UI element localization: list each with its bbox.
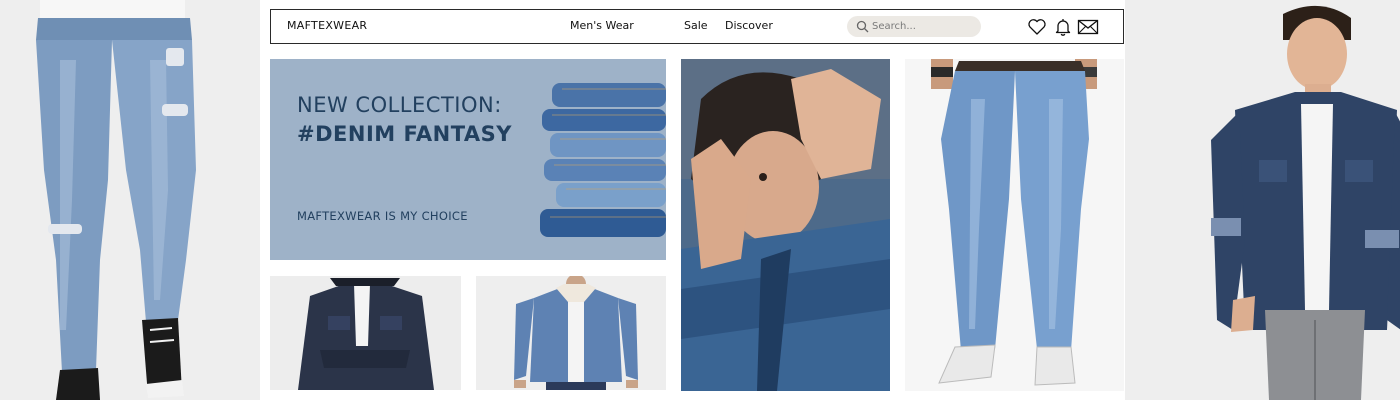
nav-mens-wear[interactable]: Men's Wear [570,19,634,32]
model-photo-right [1125,0,1400,400]
search-input[interactable] [872,18,972,35]
nav-discover[interactable]: Discover [725,19,773,32]
product-tile-light-denim-jacket[interactable] [476,276,666,390]
product-tile-blue-jeans[interactable] [905,59,1124,391]
hero-tagline: MAFTEXWEAR IS MY CHOICE [297,209,468,223]
hero-headline: NEW COLLECTION: [297,93,502,117]
bell-icon[interactable] [1053,17,1073,37]
search-icon [856,20,869,33]
hero-banner[interactable]: NEW COLLECTION: #DENIM FANTASY MAFTEXWEA… [270,59,666,260]
product-tile-model-denim-shirt[interactable] [681,59,890,391]
folded-jeans-stack-image [540,83,666,237]
mail-icon[interactable] [1077,17,1099,37]
jeans-photo-left [0,0,260,400]
hero-hashtag: #DENIM FANTASY [297,122,513,146]
heart-icon[interactable] [1027,17,1047,37]
product-tile-dark-denim-jacket[interactable] [270,276,461,390]
brand-logo[interactable]: MAFTEXWEAR [287,19,367,32]
top-navigation-bar: MAFTEXWEAR Men's Wear Sale Discover [270,9,1124,44]
nav-sale[interactable]: Sale [684,19,708,32]
search-box[interactable] [847,16,981,37]
